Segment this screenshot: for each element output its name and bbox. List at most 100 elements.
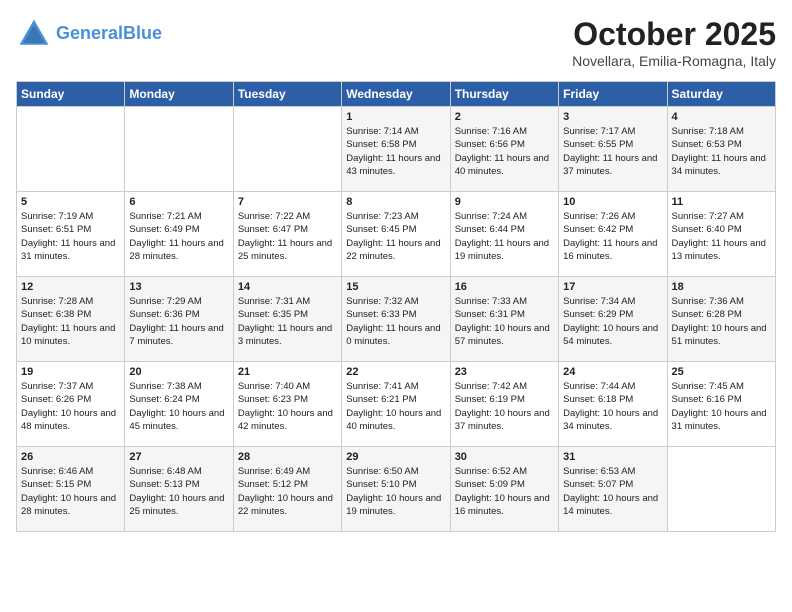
day-cell: 10Sunrise: 7:26 AM Sunset: 6:42 PM Dayli… <box>559 192 667 277</box>
col-wednesday: Wednesday <box>342 82 450 107</box>
col-sunday: Sunday <box>17 82 125 107</box>
col-monday: Monday <box>125 82 233 107</box>
day-info: Sunrise: 7:27 AM Sunset: 6:40 PM Dayligh… <box>672 210 771 263</box>
header-row: Sunday Monday Tuesday Wednesday Thursday… <box>17 82 776 107</box>
day-cell: 31 Sunrise: 6:53 AM Sunset: 5:07 PM Dayli… <box>559 447 667 532</box>
col-thursday: Thursday <box>450 82 558 107</box>
day-number: 26 <box>21 451 120 463</box>
day-cell: 6 Sunrise: 7:21 AM Sunset: 6:49 PM Daylig… <box>125 192 233 277</box>
title-block: October 2025 Novellara, Emilia-Romagna, … <box>572 16 776 69</box>
day-info: Sunrise: 7:31 AM Sunset: 6:35 PM Dayligh… <box>238 295 337 348</box>
day-number: 4 <box>672 111 771 123</box>
day-info: Sunrise: 7:40 AM Sunset: 6:23 PM Dayligh… <box>238 380 337 433</box>
day-cell <box>233 107 341 192</box>
day-info: Sunrise: 7:37 AM Sunset: 6:26 PM Dayligh… <box>21 380 120 433</box>
day-info: Sunrise: 7:14 AM Sunset: 6:58 PM Dayligh… <box>346 125 445 178</box>
day-info: Sunrise: 7:19 AM Sunset: 6:51 PM Dayligh… <box>21 210 120 263</box>
day-number: 14 <box>238 281 337 293</box>
day-number: 27 <box>129 451 228 463</box>
day-cell: 5Sunrise: 7:19 AM Sunset: 6:51 PM Daylig… <box>17 192 125 277</box>
day-info: Sunrise: 7:24 AM Sunset: 6:44 PM Dayligh… <box>455 210 554 263</box>
day-number: 12 <box>21 281 120 293</box>
day-info: Sunrise: 7:18 AM Sunset: 6:53 PM Dayligh… <box>672 125 771 178</box>
day-number: 6 <box>129 196 228 208</box>
day-cell: 30 Sunrise: 6:52 AM Sunset: 5:09 PM Dayli… <box>450 447 558 532</box>
day-info: Sunrise: 7:28 AM Sunset: 6:38 PM Dayligh… <box>21 295 120 348</box>
day-info: Sunrise: 7:29 AM Sunset: 6:36 PM Dayligh… <box>129 295 228 348</box>
day-number: 21 <box>238 366 337 378</box>
day-number: 15 <box>346 281 445 293</box>
month-title: October 2025 <box>572 16 776 53</box>
day-info: Sunrise: 7:45 AM Sunset: 6:16 PM Dayligh… <box>672 380 771 433</box>
col-tuesday: Tuesday <box>233 82 341 107</box>
day-cell: 17 Sunrise: 7:34 AM Sunset: 6:29 PM Dayli… <box>559 277 667 362</box>
day-number: 31 <box>563 451 662 463</box>
day-cell: 29Sunrise: 6:50 AM Sunset: 5:10 PM Dayli… <box>342 447 450 532</box>
day-cell: 28Sunrise: 6:49 AM Sunset: 5:12 PM Dayli… <box>233 447 341 532</box>
day-info: Sunrise: 7:38 AM Sunset: 6:24 PM Dayligh… <box>129 380 228 433</box>
week-row-3: 12 Sunrise: 7:28 AM Sunset: 6:38 PM Dayli… <box>17 277 776 362</box>
day-info: Sunrise: 7:21 AM Sunset: 6:49 PM Dayligh… <box>129 210 228 263</box>
day-info: Sunrise: 6:53 AM Sunset: 5:07 PM Dayligh… <box>563 465 662 518</box>
day-cell: 24 Sunrise: 7:44 AM Sunset: 6:18 PM Dayli… <box>559 362 667 447</box>
day-info: Sunrise: 7:44 AM Sunset: 6:18 PM Dayligh… <box>563 380 662 433</box>
day-number: 17 <box>563 281 662 293</box>
day-number: 11 <box>672 196 771 208</box>
calendar-table: Sunday Monday Tuesday Wednesday Thursday… <box>16 81 776 532</box>
day-info: Sunrise: 7:36 AM Sunset: 6:28 PM Dayligh… <box>672 295 771 348</box>
day-number: 16 <box>455 281 554 293</box>
day-cell <box>667 447 775 532</box>
day-number: 2 <box>455 111 554 123</box>
day-info: Sunrise: 7:41 AM Sunset: 6:21 PM Dayligh… <box>346 380 445 433</box>
col-saturday: Saturday <box>667 82 775 107</box>
week-row-2: 5Sunrise: 7:19 AM Sunset: 6:51 PM Daylig… <box>17 192 776 277</box>
day-number: 30 <box>455 451 554 463</box>
day-number: 9 <box>455 196 554 208</box>
page-header: GeneralBlue October 2025 Novellara, Emil… <box>16 16 776 69</box>
day-cell: 9 Sunrise: 7:24 AM Sunset: 6:44 PM Daylig… <box>450 192 558 277</box>
logo-icon <box>16 16 52 52</box>
day-number: 19 <box>21 366 120 378</box>
day-cell: 16 Sunrise: 7:33 AM Sunset: 6:31 PM Dayli… <box>450 277 558 362</box>
day-cell: 4 Sunrise: 7:18 AM Sunset: 6:53 PM Daylig… <box>667 107 775 192</box>
day-number: 24 <box>563 366 662 378</box>
logo-text: GeneralBlue <box>56 24 162 44</box>
week-row-4: 19 Sunrise: 7:37 AM Sunset: 6:26 PM Dayli… <box>17 362 776 447</box>
day-info: Sunrise: 7:34 AM Sunset: 6:29 PM Dayligh… <box>563 295 662 348</box>
day-number: 20 <box>129 366 228 378</box>
day-info: Sunrise: 7:42 AM Sunset: 6:19 PM Dayligh… <box>455 380 554 433</box>
day-cell: 20 Sunrise: 7:38 AM Sunset: 6:24 PM Dayli… <box>125 362 233 447</box>
day-cell: 1Sunrise: 7:14 AM Sunset: 6:58 PM Daylig… <box>342 107 450 192</box>
day-cell: 13Sunrise: 7:29 AM Sunset: 6:36 PM Dayli… <box>125 277 233 362</box>
day-number: 3 <box>563 111 662 123</box>
day-cell: 2Sunrise: 7:16 AM Sunset: 6:56 PM Daylig… <box>450 107 558 192</box>
day-cell: 18 Sunrise: 7:36 AM Sunset: 6:28 PM Dayli… <box>667 277 775 362</box>
week-row-1: 1Sunrise: 7:14 AM Sunset: 6:58 PM Daylig… <box>17 107 776 192</box>
day-cell: 7Sunrise: 7:22 AM Sunset: 6:47 PM Daylig… <box>233 192 341 277</box>
day-cell: 12 Sunrise: 7:28 AM Sunset: 6:38 PM Dayli… <box>17 277 125 362</box>
day-info: Sunrise: 7:33 AM Sunset: 6:31 PM Dayligh… <box>455 295 554 348</box>
day-info: Sunrise: 7:22 AM Sunset: 6:47 PM Dayligh… <box>238 210 337 263</box>
day-info: Sunrise: 7:23 AM Sunset: 6:45 PM Dayligh… <box>346 210 445 263</box>
day-cell: 21 Sunrise: 7:40 AM Sunset: 6:23 PM Dayli… <box>233 362 341 447</box>
day-number: 28 <box>238 451 337 463</box>
day-cell <box>125 107 233 192</box>
week-row-5: 26Sunrise: 6:46 AM Sunset: 5:15 PM Dayli… <box>17 447 776 532</box>
day-cell: 14 Sunrise: 7:31 AM Sunset: 6:35 PM Dayli… <box>233 277 341 362</box>
day-info: Sunrise: 6:52 AM Sunset: 5:09 PM Dayligh… <box>455 465 554 518</box>
day-cell: 22 Sunrise: 7:41 AM Sunset: 6:21 PM Dayli… <box>342 362 450 447</box>
day-cell: 3Sunrise: 7:17 AM Sunset: 6:55 PM Daylig… <box>559 107 667 192</box>
day-number: 25 <box>672 366 771 378</box>
day-cell: 26Sunrise: 6:46 AM Sunset: 5:15 PM Dayli… <box>17 447 125 532</box>
day-cell: 11 Sunrise: 7:27 AM Sunset: 6:40 PM Dayli… <box>667 192 775 277</box>
day-info: Sunrise: 6:50 AM Sunset: 5:10 PM Dayligh… <box>346 465 445 518</box>
day-number: 22 <box>346 366 445 378</box>
day-cell: 25 Sunrise: 7:45 AM Sunset: 6:16 PM Dayli… <box>667 362 775 447</box>
day-info: Sunrise: 7:32 AM Sunset: 6:33 PM Dayligh… <box>346 295 445 348</box>
col-friday: Friday <box>559 82 667 107</box>
logo: GeneralBlue <box>16 16 162 52</box>
day-number: 8 <box>346 196 445 208</box>
logo-blue-text: Blue <box>123 23 162 43</box>
logo-general: General <box>56 23 123 43</box>
day-number: 18 <box>672 281 771 293</box>
